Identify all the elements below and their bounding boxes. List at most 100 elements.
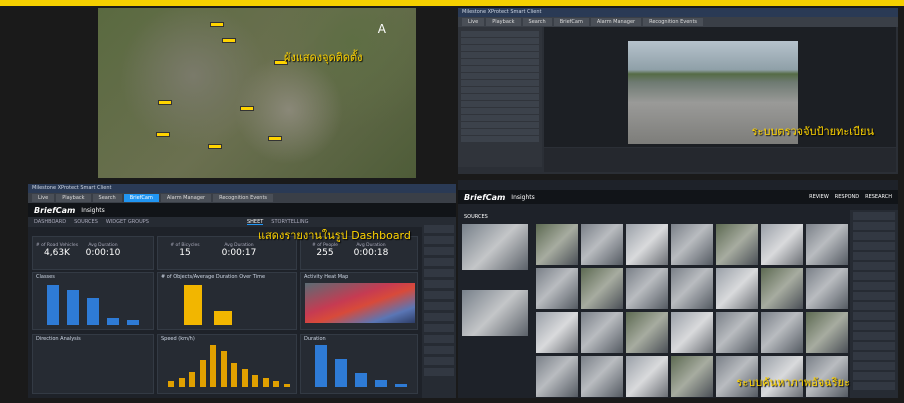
filter-item[interactable]	[853, 292, 895, 300]
chart-bar	[214, 311, 232, 325]
result-thumbnail[interactable]	[761, 224, 803, 265]
filter-item[interactable]	[853, 232, 895, 240]
nav-widget-groups[interactable]: WIDGET GROUPS	[106, 219, 149, 225]
filter-item[interactable]	[424, 291, 454, 299]
nav-storytelling[interactable]: STORYTELLING	[271, 219, 308, 225]
tree-item[interactable]	[461, 129, 539, 135]
filter-item[interactable]	[424, 258, 454, 266]
chart-bar	[189, 372, 196, 387]
tab-briefcam[interactable]: BriefCam	[123, 194, 159, 202]
nav-research[interactable]: RESEARCH	[865, 194, 892, 200]
nav-sheet[interactable]: SHEET	[246, 219, 264, 225]
filter-item[interactable]	[853, 222, 895, 230]
tab-briefcam[interactable]: BriefCam	[553, 18, 589, 26]
filter-item[interactable]	[424, 368, 454, 376]
tree-item[interactable]	[461, 94, 539, 100]
filter-item[interactable]	[424, 324, 454, 332]
tree-item[interactable]	[461, 115, 539, 121]
tree-item[interactable]	[461, 73, 539, 79]
result-thumbnail[interactable]	[536, 356, 578, 397]
filter-item[interactable]	[853, 262, 895, 270]
result-thumbnail[interactable]	[626, 312, 668, 353]
nav-review[interactable]: REVIEW	[809, 194, 829, 200]
result-thumbnail[interactable]	[761, 268, 803, 309]
result-thumbnail[interactable]	[806, 268, 848, 309]
result-thumbnail[interactable]	[581, 312, 623, 353]
result-thumbnail[interactable]	[536, 268, 578, 309]
filter-item[interactable]	[424, 225, 454, 233]
tree-item[interactable]	[461, 136, 539, 142]
nav-dashboard[interactable]: DASHBOARD	[34, 219, 66, 225]
result-thumbnail[interactable]	[626, 224, 668, 265]
tab-alarm-manager[interactable]: Alarm Manager	[590, 18, 642, 26]
filter-item[interactable]	[853, 342, 895, 350]
result-thumbnail[interactable]	[536, 312, 578, 353]
tab-live[interactable]: Live	[32, 194, 55, 202]
tree-item[interactable]	[461, 45, 539, 51]
filter-item[interactable]	[853, 282, 895, 290]
result-thumbnail[interactable]	[806, 312, 848, 353]
filter-item[interactable]	[424, 247, 454, 255]
result-thumbnail[interactable]	[761, 312, 803, 353]
nav-sources[interactable]: SOURCES	[74, 219, 98, 225]
result-thumbnail[interactable]	[671, 312, 713, 353]
tree-item[interactable]	[461, 66, 539, 72]
result-thumbnail[interactable]	[716, 224, 758, 265]
filter-item[interactable]	[853, 252, 895, 260]
tree-item[interactable]	[461, 31, 539, 37]
tab-search[interactable]: Search	[92, 194, 122, 202]
source-thumbnail[interactable]	[462, 224, 528, 270]
filter-item[interactable]	[424, 357, 454, 365]
result-thumbnail[interactable]	[716, 312, 758, 353]
briefcam-header: BriefCam Insights REVIEW RESPOND RESEARC…	[458, 190, 898, 204]
tree-item[interactable]	[461, 52, 539, 58]
filter-item[interactable]	[853, 322, 895, 330]
result-thumbnail[interactable]	[536, 224, 578, 265]
filter-item[interactable]	[853, 362, 895, 370]
tab-live[interactable]: Live	[462, 18, 485, 26]
filter-item[interactable]	[424, 236, 454, 244]
tab-playback[interactable]: Playback	[486, 18, 521, 26]
result-thumbnail[interactable]	[581, 224, 623, 265]
filter-item[interactable]	[853, 272, 895, 280]
tab-recognition-events[interactable]: Recognition Events	[643, 18, 704, 26]
filter-item[interactable]	[853, 352, 895, 360]
tab-search[interactable]: Search	[522, 18, 552, 26]
filter-item[interactable]	[424, 335, 454, 343]
filter-item[interactable]	[424, 313, 454, 321]
tree-item[interactable]	[461, 122, 539, 128]
result-thumbnail[interactable]	[671, 268, 713, 309]
result-thumbnail[interactable]	[581, 356, 623, 397]
tree-item[interactable]	[461, 101, 539, 107]
result-thumbnail[interactable]	[671, 224, 713, 265]
tree-item[interactable]	[461, 38, 539, 44]
tree-item[interactable]	[461, 87, 539, 93]
filter-item[interactable]	[424, 346, 454, 354]
tab-playback[interactable]: Playback	[56, 194, 91, 202]
result-thumbnail[interactable]	[671, 356, 713, 397]
sources-label: SOURCES	[464, 214, 488, 220]
filter-item[interactable]	[853, 372, 895, 380]
filter-item[interactable]	[853, 242, 895, 250]
filter-item[interactable]	[424, 280, 454, 288]
filter-item[interactable]	[853, 382, 895, 390]
filter-item[interactable]	[424, 269, 454, 277]
result-thumbnail[interactable]	[716, 268, 758, 309]
filter-item[interactable]	[853, 332, 895, 340]
result-thumbnail[interactable]	[806, 224, 848, 265]
top-accent-bar	[0, 0, 904, 6]
source-thumbnail[interactable]	[462, 290, 528, 336]
result-thumbnail[interactable]	[626, 356, 668, 397]
tab-recognition-events[interactable]: Recognition Events	[213, 194, 274, 202]
result-thumbnail[interactable]	[626, 268, 668, 309]
tree-item[interactable]	[461, 59, 539, 65]
filter-item[interactable]	[853, 212, 895, 220]
tree-item[interactable]	[461, 80, 539, 86]
result-thumbnail[interactable]	[581, 268, 623, 309]
tree-item[interactable]	[461, 108, 539, 114]
tab-alarm-manager[interactable]: Alarm Manager	[160, 194, 212, 202]
filter-item[interactable]	[853, 312, 895, 320]
filter-item[interactable]	[853, 302, 895, 310]
nav-respond[interactable]: RESPOND	[835, 194, 859, 200]
filter-item[interactable]	[424, 302, 454, 310]
